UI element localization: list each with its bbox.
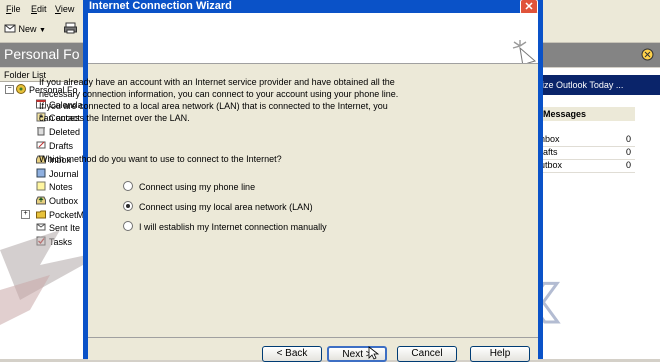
option-lan[interactable]: Connect using my local area network (LAN… <box>123 201 313 213</box>
wizard-description: If you already have an account with an I… <box>39 77 399 123</box>
tree-item-label: Notes <box>49 182 73 192</box>
sent-items-icon <box>36 223 46 231</box>
tree-item-label: Journal <box>49 169 79 179</box>
tree-item-tasks[interactable]: Tasks <box>36 236 72 248</box>
message-count: 0 <box>625 147 631 157</box>
connection-method-question: Which method do you want to use to conne… <box>39 154 282 164</box>
menu-file[interactable]: File <box>6 4 21 14</box>
print-button[interactable] <box>64 22 78 37</box>
tree-item-notes[interactable]: Notes <box>36 181 73 193</box>
chevron-down-icon[interactable]: ▼ <box>39 27 46 34</box>
journal-icon <box>36 168 46 178</box>
tree-item-label: Drafts <box>49 141 74 151</box>
tree-item-label: Sent Ite <box>49 223 81 233</box>
tree-item-label: Deleted <box>49 127 81 137</box>
messages-header: Messages <box>540 107 635 121</box>
new-button[interactable]: New ▼ <box>4 22 56 37</box>
tree-item-outbox[interactable]: Outbox <box>36 195 78 207</box>
tree-item-label: Outbox <box>49 196 79 206</box>
radio-lan[interactable] <box>123 201 133 211</box>
deleted-items-icon <box>37 127 45 136</box>
close-icon: ✕ <box>524 1 534 13</box>
option-label: Connect using my local area network (LAN… <box>139 202 313 212</box>
option-manual[interactable]: I will establish my Internet connection … <box>123 221 327 233</box>
menu-edit[interactable]: Edit <box>31 4 47 14</box>
option-label: Connect using my phone line <box>139 182 256 192</box>
radio-phone-line[interactable] <box>123 181 133 191</box>
message-row-drafts[interactable]: rafts 0 <box>540 146 635 160</box>
tree-item-deleted[interactable]: Deleted <box>36 126 80 138</box>
new-mail-icon <box>4 24 16 33</box>
message-count: 0 <box>625 134 631 144</box>
new-button-label: New <box>18 24 37 34</box>
wizard-header <box>88 13 538 75</box>
tree-item-journal[interactable]: Journal <box>36 168 79 180</box>
message-row-outbox[interactable]: utbox 0 <box>540 159 635 173</box>
internet-connection-wizard: Internet Connection Wizard ✕ <box>83 0 543 360</box>
back-button[interactable]: < Back <box>262 346 322 362</box>
expand-toggle[interactable]: + <box>21 210 30 219</box>
personal-folders-icon <box>16 84 26 94</box>
outlook-today-icon <box>641 48 654 61</box>
print-icon <box>64 22 77 34</box>
drafts-icon <box>36 141 46 149</box>
tree-item-label: PocketM <box>49 210 85 220</box>
tasks-icon <box>36 236 46 246</box>
tree-item-drafts[interactable]: Drafts <box>36 140 73 152</box>
tree-item-pocketm[interactable]: PocketM <box>36 209 84 221</box>
option-label: I will establish my Internet connection … <box>139 222 327 232</box>
message-count: 0 <box>625 160 631 170</box>
message-row-inbox[interactable]: nbox 0 <box>540 133 635 147</box>
pocket-icon <box>36 210 46 219</box>
cancel-button[interactable]: Cancel <box>397 346 457 362</box>
banner-title: Personal Fo <box>4 46 80 62</box>
notes-icon <box>36 181 46 191</box>
tree-item-label: Tasks <box>49 237 73 247</box>
message-folder: utbox <box>540 160 563 170</box>
wizard-title: Internet Connection Wizard <box>89 0 232 12</box>
mouse-cursor-icon <box>368 346 380 360</box>
collapse-toggle[interactable]: − <box>5 85 14 94</box>
menu-view[interactable]: View <box>55 4 74 14</box>
help-button[interactable]: Help <box>470 346 530 362</box>
customize-outlook-today-link[interactable]: ize Outlook Today ... <box>540 75 660 95</box>
outbox-icon <box>36 196 46 205</box>
option-phone-line[interactable]: Connect using my phone line <box>123 181 255 193</box>
radio-manual[interactable] <box>123 221 133 231</box>
tree-item-sent[interactable]: Sent Ite <box>36 222 80 234</box>
